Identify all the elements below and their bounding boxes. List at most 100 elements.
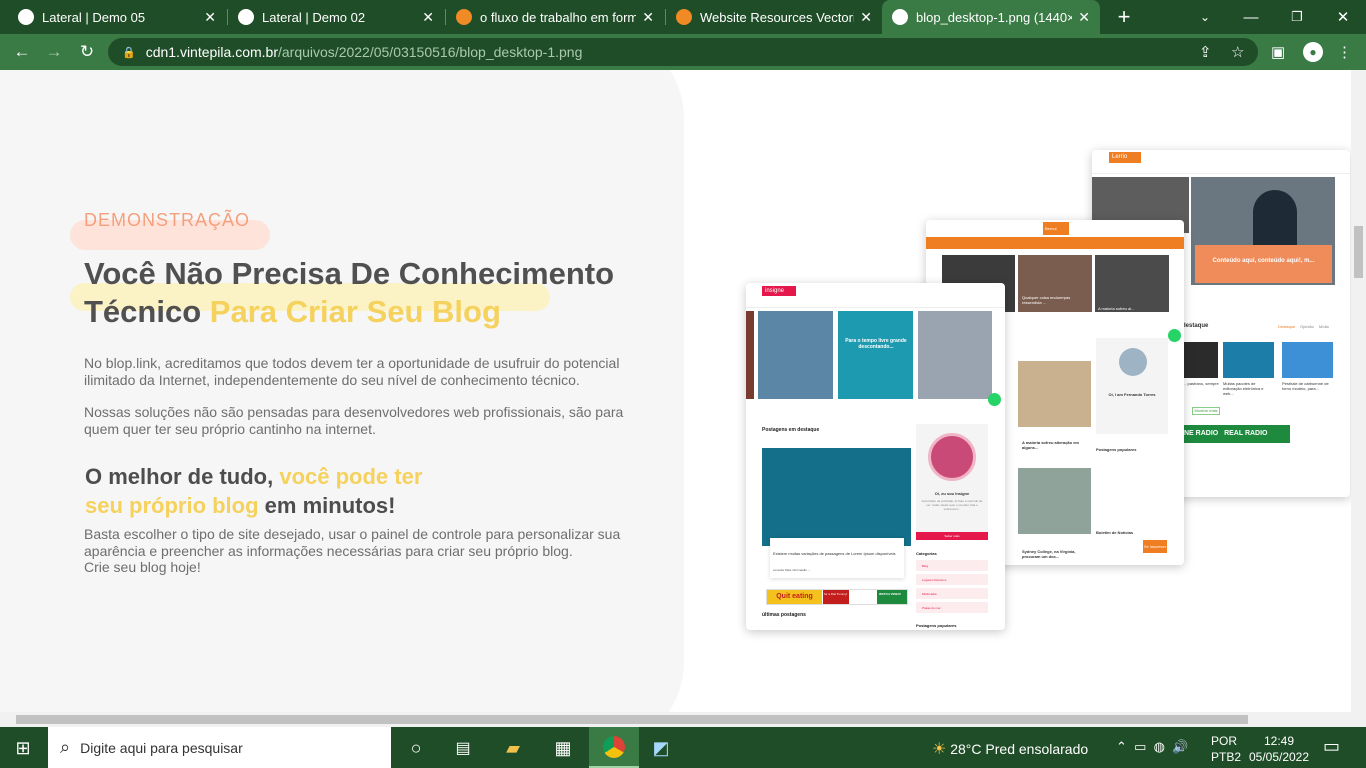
tab-blop-desktop-png[interactable]: blop_desktop-1.png (1440×7 ✕ bbox=[882, 0, 1100, 34]
profile-avatar-icon[interactable]: ● bbox=[1303, 42, 1323, 62]
mockup-follow-button: Saber mais bbox=[916, 532, 988, 540]
subheadline: O melhor de tudo, você pode ter seu própr… bbox=[85, 462, 422, 520]
share-icon[interactable]: ⇪ bbox=[1199, 43, 1212, 61]
forward-arrow-icon[interactable]: → bbox=[44, 42, 64, 62]
mockup-category: Praias do mar bbox=[916, 602, 988, 613]
close-tab-icon[interactable]: ✕ bbox=[642, 9, 654, 26]
mockup-author-avatar bbox=[928, 433, 976, 481]
page-headline: Você Não Precisa De Conhecimento Técnico… bbox=[84, 255, 644, 331]
intro-paragraph: No blop.link, acreditamos que todos deve… bbox=[84, 355, 620, 388]
mockup-more-button: Mostrar mais bbox=[1192, 407, 1220, 415]
mockup-newsletter-heading: Boletim de Notícias bbox=[1096, 530, 1134, 535]
mockup-featured-heading: Postagens em destaque bbox=[762, 427, 820, 433]
chrome-logo-icon bbox=[603, 735, 625, 758]
sub-highlight-text: seu próprio blog bbox=[85, 493, 259, 518]
reload-icon[interactable]: ↻ bbox=[77, 42, 97, 62]
taskbar-search-input[interactable]: ⌕ Digite aqui para pesquisar bbox=[48, 727, 391, 768]
cta-paragraph: Basta escolher o tipo de site desejado, … bbox=[84, 526, 629, 576]
microsoft-store-icon[interactable]: ▦ bbox=[550, 735, 576, 761]
mockup-post-title: Sydney College, na Virgínia, procuram um… bbox=[1022, 549, 1076, 559]
mockup-photo bbox=[1095, 255, 1169, 312]
mockup-latest-heading: últimas postagens bbox=[762, 612, 806, 618]
mockup-ad-watch: WATCH VIDEO! bbox=[877, 590, 907, 604]
close-tab-icon[interactable]: ✕ bbox=[1078, 9, 1090, 26]
mockup-photo bbox=[918, 311, 992, 399]
mockup-author-bio: Autorizado na profissão; E Neto a sorrin… bbox=[921, 499, 983, 511]
file-explorer-icon[interactable]: ▰ bbox=[500, 735, 526, 761]
kicker-label: DEMONSTRAÇÃO bbox=[84, 210, 251, 230]
mockup-photo bbox=[758, 311, 833, 399]
mockup-category: Multimédia bbox=[916, 588, 988, 599]
mockup-photo bbox=[1018, 468, 1091, 534]
mockup-post-title: Muitas pacotes de editoração eletrônica … bbox=[1223, 381, 1264, 396]
new-tab-plus-icon[interactable]: + bbox=[1101, 0, 1147, 34]
tray-icons[interactable]: ⌃ ▭ ◍ 🔊 bbox=[1116, 739, 1188, 755]
tab-lateral-demo-05[interactable]: Lateral | Demo 05 ✕ bbox=[8, 0, 226, 34]
vertical-scroll-thumb[interactable] bbox=[1354, 226, 1363, 278]
url-host: cdn1.vintepila.com.br bbox=[145, 44, 278, 60]
mockup-logo: insigne bbox=[762, 286, 796, 296]
language-indicator[interactable]: POR PTB2 bbox=[1211, 733, 1241, 765]
mockup-nav bbox=[1092, 166, 1350, 174]
url-input[interactable]: 🔒 cdn1.vintepila.com.br/arquivos/2022/05… bbox=[108, 38, 1258, 66]
tab-title: Lateral | Demo 02 bbox=[262, 9, 366, 25]
radio-sub-text: REAL RADIO bbox=[1224, 430, 1268, 437]
mockup-post-title: A maioria sofreu al... bbox=[1098, 306, 1135, 311]
weather-widget[interactable]: ☀ 28°C Pred ensolarado bbox=[932, 739, 1088, 759]
search-icon: ⌕ bbox=[60, 737, 71, 757]
mockup-tab-midia: Mídia bbox=[1319, 324, 1329, 329]
close-tab-icon[interactable]: ✕ bbox=[204, 9, 216, 26]
cta-text: Basta escolher o tipo de site desejado, … bbox=[84, 526, 621, 559]
back-arrow-icon[interactable]: ← bbox=[12, 42, 32, 62]
notification-icon[interactable]: ▭ bbox=[1323, 736, 1340, 757]
solutions-paragraph: Nossas soluções não são pensadas para de… bbox=[84, 404, 624, 437]
mockup-author-name: Oi, I am Fernando Torres bbox=[1108, 392, 1156, 397]
cortana-circle-icon[interactable]: ○ bbox=[403, 735, 429, 761]
chrome-taskbar-icon[interactable] bbox=[589, 727, 639, 768]
mockup-nav bbox=[746, 300, 1005, 308]
tab-title: Lateral | Demo 05 bbox=[42, 9, 146, 25]
windows-start-icon[interactable]: ⊞ bbox=[10, 735, 36, 761]
clock[interactable]: 12:49 05/05/2022 bbox=[1248, 733, 1310, 765]
minimize-icon[interactable]: — bbox=[1228, 0, 1274, 34]
mockup-author-name: Oi, eu sou Insigne bbox=[934, 491, 970, 496]
lang-code: POR bbox=[1211, 734, 1238, 748]
globe-icon bbox=[892, 9, 908, 25]
horizontal-scroll-thumb[interactable] bbox=[16, 715, 1248, 724]
mockup-featured-photo bbox=[762, 448, 911, 546]
taskbar-search-placeholder: Digite aqui para pesquisar bbox=[80, 739, 243, 756]
tab-search-chevron-icon[interactable]: ⌄ bbox=[1182, 0, 1228, 34]
lock-icon: 🔒 bbox=[122, 46, 136, 59]
task-view-icon[interactable]: ▤ bbox=[450, 735, 476, 761]
clock-date: 05/05/2022 bbox=[1248, 750, 1310, 764]
keyboard-layout: PTB2 bbox=[1211, 750, 1242, 764]
browser-tab-bar: Lateral | Demo 05 ✕ Lateral | Demo 02 ✕ … bbox=[0, 0, 1366, 34]
tab-lateral-demo-02[interactable]: Lateral | Demo 02 ✕ bbox=[228, 0, 444, 34]
sub-text: em minutos! bbox=[258, 493, 396, 518]
bookmark-star-icon[interactable]: ☆ bbox=[1231, 43, 1244, 61]
close-window-icon[interactable]: ✕ bbox=[1320, 0, 1366, 34]
app-taskbar-icon[interactable]: ◩ bbox=[648, 735, 674, 761]
restore-icon[interactable]: ❐ bbox=[1274, 0, 1320, 34]
weather-sun-icon: ☀ bbox=[932, 741, 947, 758]
close-tab-icon[interactable]: ✕ bbox=[860, 9, 872, 26]
horizontal-scrollbar[interactable] bbox=[0, 712, 1366, 727]
tab-fluxo-de-trabalho[interactable]: o fluxo de trabalho em forma ✕ bbox=[446, 0, 664, 34]
site-favicon-icon bbox=[456, 9, 472, 25]
vertical-scrollbar[interactable] bbox=[1351, 70, 1366, 712]
mockup-popular-heading: Postagens populares bbox=[916, 623, 957, 628]
close-tab-icon[interactable]: ✕ bbox=[422, 9, 434, 26]
mockup-featured-card bbox=[770, 538, 904, 578]
mockup-ad-text-2: for a Flat Tummy! bbox=[823, 590, 849, 604]
mockup-hero-person bbox=[1253, 190, 1297, 250]
tab-title: o fluxo de trabalho em forma bbox=[480, 9, 637, 25]
sub-text: O melhor de tudo, bbox=[85, 464, 280, 489]
side-panel-icon[interactable]: ▣ bbox=[1271, 43, 1285, 61]
tab-website-resources[interactable]: Website Resources Vectorieł ✕ bbox=[666, 0, 882, 34]
mockup-post-title: Qualquer coisa endurerpas ressendida ... bbox=[1022, 295, 1071, 305]
menu-kebab-icon[interactable]: ⋮ bbox=[1337, 43, 1352, 61]
mockup-author-avatar bbox=[1119, 348, 1147, 376]
mockup-front: insigne Para o tempo livre grande descon… bbox=[746, 283, 1005, 630]
globe-icon bbox=[238, 9, 254, 25]
image-viewport: DEMONSTRAÇÃO Você Não Precisa De Conheci… bbox=[0, 70, 1351, 712]
